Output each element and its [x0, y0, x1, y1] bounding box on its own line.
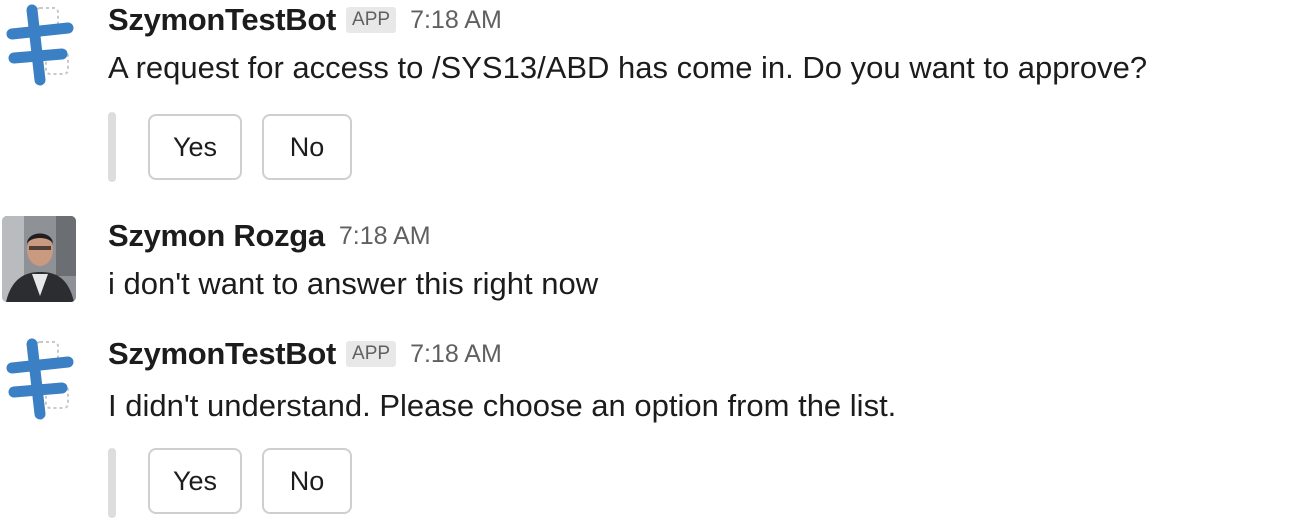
yes-button[interactable]: Yes	[148, 448, 242, 514]
timestamp[interactable]: 7:18 AM	[339, 222, 431, 251]
yes-button[interactable]: Yes	[148, 114, 242, 180]
no-button[interactable]: No	[262, 448, 352, 514]
message-header: Szymon Rozga 7:18 AM	[108, 216, 431, 256]
attachment-bar	[108, 112, 116, 182]
timestamp[interactable]: 7:18 AM	[410, 340, 502, 369]
message-text: i don't want to answer this right now	[108, 266, 599, 301]
user-avatar[interactable]	[2, 216, 76, 302]
sender-name[interactable]: SzymonTestBot	[108, 2, 336, 38]
timestamp[interactable]: 7:18 AM	[410, 6, 502, 35]
message-text: I didn't understand. Please choose an op…	[108, 388, 897, 423]
sender-name[interactable]: SzymonTestBot	[108, 336, 336, 372]
message-header: SzymonTestBot APP 7:18 AM	[108, 334, 502, 374]
message-header: SzymonTestBot APP 7:18 AM	[108, 0, 502, 40]
no-button[interactable]: No	[262, 114, 352, 180]
bot-logo-icon[interactable]	[2, 4, 76, 90]
attachment-bar	[108, 448, 116, 518]
message-text: A request for access to /SYS13/ABD has c…	[108, 50, 1148, 85]
bot-logo-icon[interactable]	[2, 338, 76, 424]
app-badge: APP	[346, 7, 397, 33]
sender-name[interactable]: Szymon Rozga	[108, 218, 325, 254]
app-badge: APP	[346, 341, 397, 367]
